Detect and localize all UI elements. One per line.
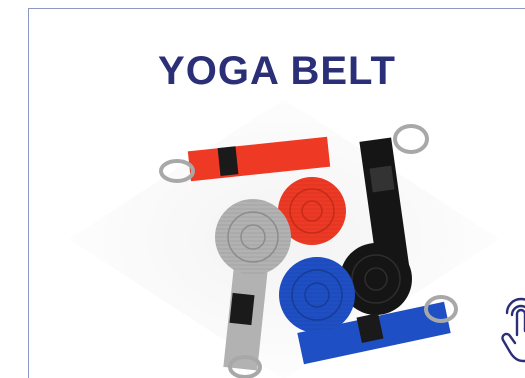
product-card[interactable]: YOGA BELT [28, 8, 525, 378]
tap-hand-icon[interactable] [499, 297, 525, 367]
product-image[interactable] [69, 99, 499, 378]
product-title: YOGA BELT [158, 49, 396, 93]
